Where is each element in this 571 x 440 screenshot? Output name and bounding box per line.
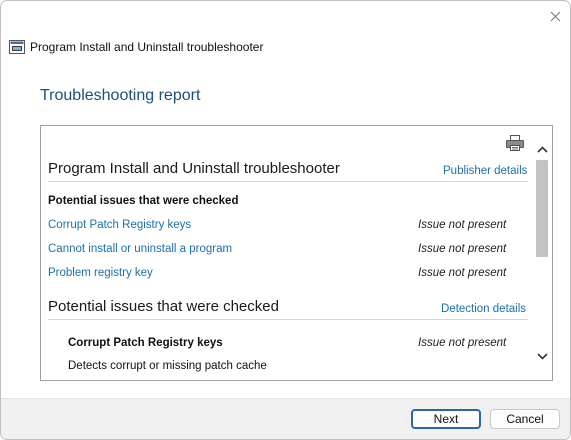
vertical-scrollbar[interactable] [534,126,551,380]
issue-link-install-uninstall[interactable]: Cannot install or uninstall a program [48,243,232,255]
detail-item-description: Detects corrupt or missing patch cache [68,360,267,372]
divider [48,181,528,182]
title-bar: Program Install and Uninstall troublesho… [9,38,263,56]
detail-item-status: Issue not present [418,337,507,349]
divider [48,319,528,320]
issue-status: Issue not present [418,267,507,279]
chevron-down-icon [537,352,548,360]
issue-status: Issue not present [418,219,507,231]
scroll-down-button[interactable] [534,348,551,364]
troubleshooter-window: Program Install and Uninstall troublesho… [0,0,571,440]
close-icon [550,11,560,21]
chevron-up-icon [537,145,548,153]
window-title: Program Install and Uninstall troublesho… [30,40,264,54]
report-content: Program Install and Uninstall troublesho… [41,126,534,380]
scroll-thumb[interactable] [536,160,548,257]
scroll-up-button[interactable] [534,141,551,157]
issues-checked-subheading: Potential issues that were checked [48,195,239,207]
issue-status: Issue not present [418,243,507,255]
section-title-troubleshooter: Program Install and Uninstall troublesho… [48,160,340,177]
section-title-issues-checked: Potential issues that were checked [48,298,279,315]
printer-icon[interactable] [506,135,524,151]
report-pane: Program Install and Uninstall troublesho… [40,125,553,381]
cancel-button[interactable]: Cancel [490,409,560,429]
publisher-details-link[interactable]: Publisher details [443,165,527,177]
detail-item-title: Corrupt Patch Registry keys [68,337,223,349]
page-heading: Troubleshooting report [40,87,201,104]
close-button[interactable] [542,5,568,27]
detection-details-link[interactable]: Detection details [441,303,526,315]
next-button[interactable]: Next [411,409,481,429]
issue-link-registry-key[interactable]: Problem registry key [48,267,153,279]
app-icon [9,40,25,54]
button-bar: Next Cancel [1,398,570,439]
issue-link-corrupt-patch[interactable]: Corrupt Patch Registry keys [48,219,191,231]
